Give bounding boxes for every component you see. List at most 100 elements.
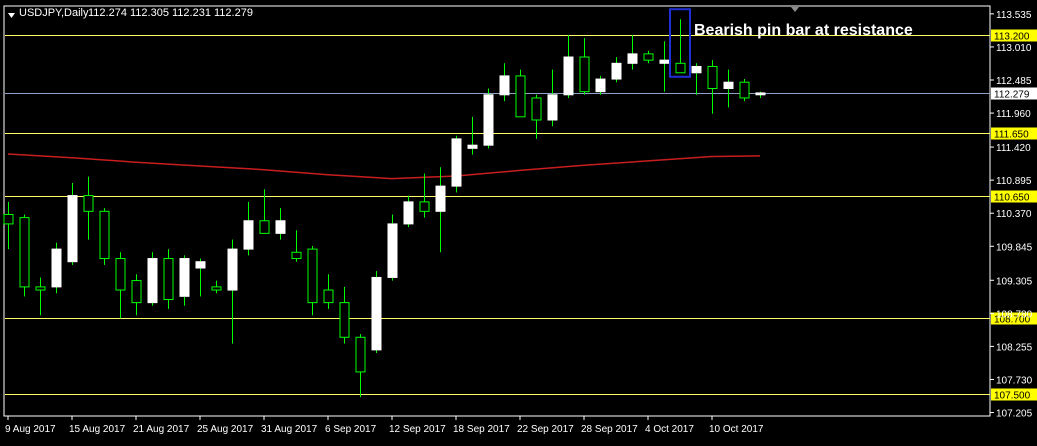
candle-43[interactable]: [691, 63, 702, 95]
candle-28[interactable]: [451, 135, 462, 193]
price-tick-label: 113.535: [996, 10, 1032, 21]
candle-body: [323, 289, 334, 304]
candle-body: [531, 97, 542, 121]
candle-body: [339, 302, 350, 338]
candle-18[interactable]: [291, 230, 302, 262]
candle-body: [611, 62, 622, 80]
candle-11[interactable]: [179, 255, 190, 306]
price-tick-label: 108.780: [996, 309, 1033, 320]
candle-31[interactable]: [499, 63, 510, 102]
time-axis-layer: 9 Aug 2017 15 Aug 2017 21 Aug 2017 25 Aug 2…: [5, 416, 764, 435]
candle-6[interactable]: [99, 208, 110, 265]
candlestick-chart[interactable]: 113.200 111.650 110.650 108.700 107.500 112.2…: [0, 0, 1037, 441]
price-tick-label: 109.305: [996, 276, 1033, 287]
candle-0[interactable]: [3, 201, 14, 250]
candle-24[interactable]: [387, 214, 398, 281]
chart-canvas[interactable]: 113.200111.650110.650108.700107.500112.2…: [0, 0, 1037, 441]
horizontal-levels-layer: [3, 5, 991, 417]
candle-45[interactable]: [723, 69, 734, 108]
candle-33[interactable]: [531, 94, 542, 139]
candle-5[interactable]: [83, 176, 94, 240]
candle-body: [387, 223, 398, 278]
candle-37[interactable]: [595, 75, 606, 95]
price-tick-label: 111.960: [996, 109, 1031, 120]
candle-body: [419, 201, 430, 212]
candle-1[interactable]: [19, 214, 30, 297]
time-tick-label: 12 Sep 2017: [389, 424, 446, 435]
pin-bar-annotation: Bearish pin bar at resistance: [694, 22, 913, 39]
candle-15[interactable]: [243, 201, 254, 256]
candle-29[interactable]: [467, 116, 478, 155]
candle-10[interactable]: [163, 249, 174, 309]
candle-16[interactable]: [259, 189, 270, 234]
price-tick-label: 110.370: [996, 209, 1032, 220]
candle-body: [307, 248, 318, 304]
candle-26[interactable]: [419, 173, 430, 218]
candle-body: [275, 220, 286, 234]
candle-body: [371, 276, 382, 351]
candle-3[interactable]: [51, 242, 62, 294]
candle-35[interactable]: [563, 34, 574, 98]
moving-average-layer: [7, 153, 761, 180]
candle-25[interactable]: [403, 195, 414, 228]
candle-21[interactable]: [339, 286, 350, 344]
candle-41[interactable]: [659, 41, 670, 92]
candle-32[interactable]: [515, 69, 526, 118]
candle-body: [403, 201, 414, 225]
candle-34[interactable]: [547, 69, 558, 127]
level-label-1: 111.650: [994, 130, 1029, 141]
candles-layer: [3, 8, 766, 398]
candle-body: [739, 81, 750, 99]
candle-body: [67, 195, 78, 263]
level-label-0: 113.200: [994, 32, 1030, 43]
time-tick-label: 25 Aug 2017: [197, 424, 254, 435]
candle-body: [627, 53, 638, 64]
symbol-menu-icon[interactable]: [8, 13, 15, 18]
candle-30[interactable]: [483, 88, 494, 149]
candle-13[interactable]: [211, 280, 222, 294]
time-tick-label: 21 Aug 2017: [133, 424, 190, 435]
candle-body: [515, 75, 526, 118]
candle-body: [579, 56, 590, 93]
candle-body: [643, 53, 654, 61]
candle-38[interactable]: [611, 57, 622, 83]
candle-body: [435, 185, 446, 212]
candle-19[interactable]: [307, 245, 318, 316]
time-tick-label: 9 Aug 2017: [5, 424, 56, 435]
candle-body: [83, 195, 94, 212]
candle-39[interactable]: [627, 34, 638, 70]
candle-body: [659, 59, 670, 64]
candle-22[interactable]: [355, 334, 366, 398]
candle-44[interactable]: [707, 60, 718, 114]
candle-46[interactable]: [739, 79, 750, 102]
candle-body: [355, 336, 366, 373]
candle-body: [163, 258, 174, 300]
candle-14[interactable]: [227, 239, 238, 344]
candle-9[interactable]: [147, 252, 158, 306]
candle-4[interactable]: [67, 182, 78, 265]
candle-7[interactable]: [115, 252, 126, 319]
candle-47[interactable]: [755, 91, 766, 98]
chart-frame: [3, 5, 991, 417]
candle-body: [227, 248, 238, 291]
time-tick-label: 18 Sep 2017: [453, 424, 510, 435]
candle-36[interactable]: [579, 38, 590, 95]
candle-body: [595, 78, 606, 93]
candle-2[interactable]: [35, 277, 46, 316]
level-label-2: 110.650: [994, 193, 1030, 204]
ohlc-readout: 112.274 112.305 112.231 112.279: [88, 7, 253, 19]
candle-27[interactable]: [435, 167, 446, 253]
candle-8[interactable]: [131, 274, 142, 316]
candle-42[interactable]: [675, 19, 686, 74]
price-tick-label: 110.895: [996, 176, 1032, 187]
time-tick-label: 6 Sep 2017: [325, 424, 377, 435]
candle-20[interactable]: [323, 274, 334, 309]
candle-40[interactable]: [643, 50, 654, 64]
candle-body: [179, 258, 190, 297]
price-tick-label: 113.010: [996, 43, 1032, 54]
candle-body: [755, 92, 766, 96]
chart-shift-icon[interactable]: [791, 7, 799, 12]
candle-12[interactable]: [195, 258, 206, 297]
candle-17[interactable]: [275, 208, 286, 240]
candle-23[interactable]: [371, 271, 382, 354]
